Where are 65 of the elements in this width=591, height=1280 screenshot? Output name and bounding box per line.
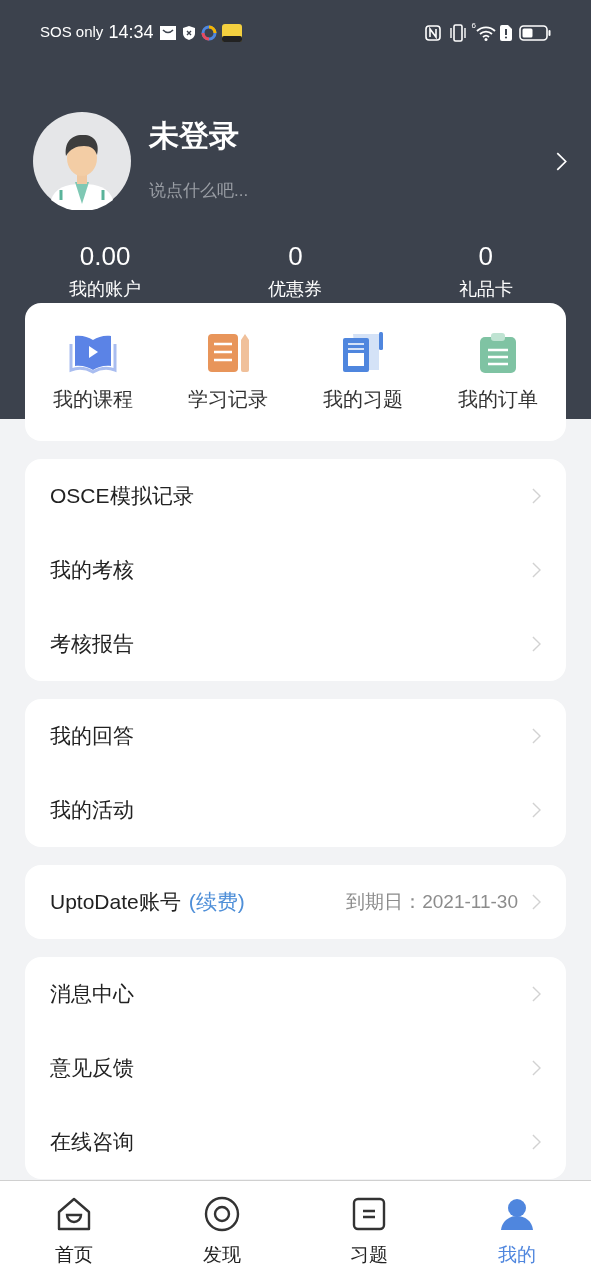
chevron-right-icon [532, 1060, 541, 1076]
chevron-right-icon [532, 636, 541, 652]
carrier-text: SOS only [40, 22, 104, 43]
stat-label: 优惠券 [268, 278, 323, 301]
home-icon [55, 1197, 92, 1231]
list-icon [352, 1197, 387, 1231]
menu-label: 我的考核 [50, 557, 134, 584]
mail-icon [160, 25, 177, 40]
chevron-right-icon [532, 562, 541, 578]
menu-label: 考核报告 [50, 631, 134, 658]
menu-row[interactable]: OSCE模拟记录 [25, 459, 566, 533]
shortcut-label[interactable]: 学习记录 [187, 384, 268, 414]
bio-text: 说点什么吧... [149, 180, 250, 203]
tab-item[interactable]: 我的 [443, 1181, 591, 1280]
menu-row[interactable]: 我的活动 [25, 773, 566, 847]
tab-item[interactable]: 首页 [0, 1181, 148, 1280]
clipboard-icon [478, 332, 519, 374]
menu-row[interactable]: UptoDate账号 (续费) 到期日：2021-11-30 [25, 865, 566, 939]
sim-alert-icon [500, 24, 512, 41]
chevron-right-icon [532, 728, 541, 744]
menu-label: OSCE模拟记录 [50, 483, 194, 510]
stat-value: 0 [478, 240, 494, 272]
menu-label: 在线咨询 [50, 1129, 134, 1156]
menu-label: 我的回答 [50, 723, 134, 750]
menu-row[interactable]: 消息中心 [25, 957, 566, 1031]
vibrate-icon [447, 23, 468, 42]
chevron-right-icon [532, 488, 541, 504]
menu-row[interactable]: 考核报告 [25, 607, 566, 681]
battery-icon [519, 24, 551, 41]
tab-item[interactable]: 习题 [295, 1181, 444, 1280]
chevron-right-icon [532, 986, 541, 1002]
shield-icon [183, 25, 196, 40]
stat-value: 0 [288, 240, 303, 272]
stat-value: 0.00 [79, 240, 131, 272]
notes-with-pencil-icon [205, 332, 250, 374]
chevron-right-icon [556, 151, 567, 171]
menu-row[interactable]: 我的回答 [25, 699, 566, 773]
menu-row[interactable]: 在线咨询 [25, 1105, 566, 1179]
shortcut-label[interactable]: 我的订单 [458, 384, 539, 414]
shortcut-label[interactable]: 我的课程 [52, 384, 133, 414]
app-logo-icon [201, 24, 218, 41]
menu-label: 意见反馈 [50, 1055, 134, 1082]
menu-label: UptoDate账号 [50, 889, 181, 916]
person-icon [500, 1197, 535, 1231]
nfc-icon [424, 24, 441, 41]
user-name: 未登录 [149, 118, 240, 155]
shortcut-label[interactable]: 我的习题 [323, 384, 404, 414]
wifi-icon [476, 24, 496, 41]
book-icon [68, 334, 117, 374]
app-badge-icon [222, 23, 243, 42]
expiry-date: 到期日：2021-11-30 [346, 889, 518, 914]
chevron-right-icon [532, 894, 541, 910]
stat-label: 我的账户 [69, 278, 142, 301]
target-icon [203, 1196, 240, 1232]
chevron-right-icon [532, 1134, 541, 1150]
menu-row[interactable]: 意见反馈 [25, 1031, 566, 1105]
menu-label: 我的活动 [50, 797, 134, 824]
network-type-text: 6 [471, 20, 476, 32]
clock-text: 14:34 [108, 21, 154, 44]
stat-label: 礼品卡 [458, 278, 513, 301]
menu-row[interactable]: 我的考核 [25, 533, 566, 607]
chevron-right-icon [532, 802, 541, 818]
menu-label: 消息中心 [50, 981, 134, 1008]
tab-item[interactable]: 发现 [147, 1181, 296, 1280]
document-icon [341, 332, 386, 374]
